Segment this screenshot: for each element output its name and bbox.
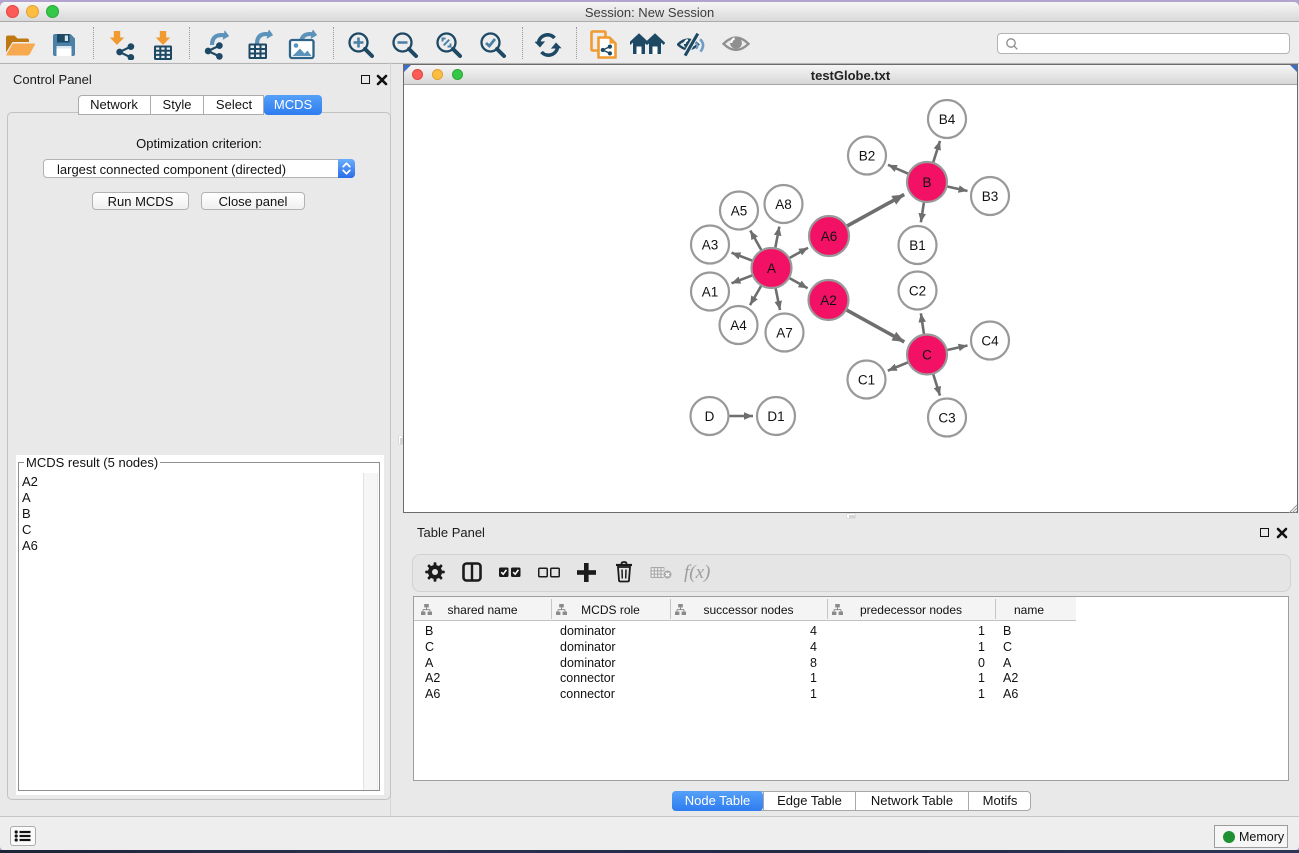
svg-text:B2: B2 [859, 148, 876, 163]
svg-text:B1: B1 [909, 238, 926, 253]
svg-text:C3: C3 [938, 410, 955, 425]
svg-text:D: D [705, 409, 715, 424]
svg-text:A6: A6 [821, 229, 838, 244]
svg-text:A4: A4 [730, 318, 747, 333]
svg-text:D1: D1 [767, 409, 784, 424]
svg-text:C: C [922, 347, 932, 362]
svg-text:C2: C2 [909, 283, 926, 298]
svg-text:B: B [922, 175, 931, 190]
svg-text:B3: B3 [982, 189, 999, 204]
svg-text:A2: A2 [820, 293, 837, 308]
svg-text:A1: A1 [702, 284, 719, 299]
svg-text:A7: A7 [776, 325, 793, 340]
svg-text:A: A [767, 261, 776, 276]
svg-text:A8: A8 [775, 197, 792, 212]
svg-text:C4: C4 [981, 333, 999, 348]
svg-text:B4: B4 [939, 112, 956, 127]
svg-text:A5: A5 [731, 203, 748, 218]
svg-text:C1: C1 [858, 372, 875, 387]
svg-text:A3: A3 [702, 237, 719, 252]
